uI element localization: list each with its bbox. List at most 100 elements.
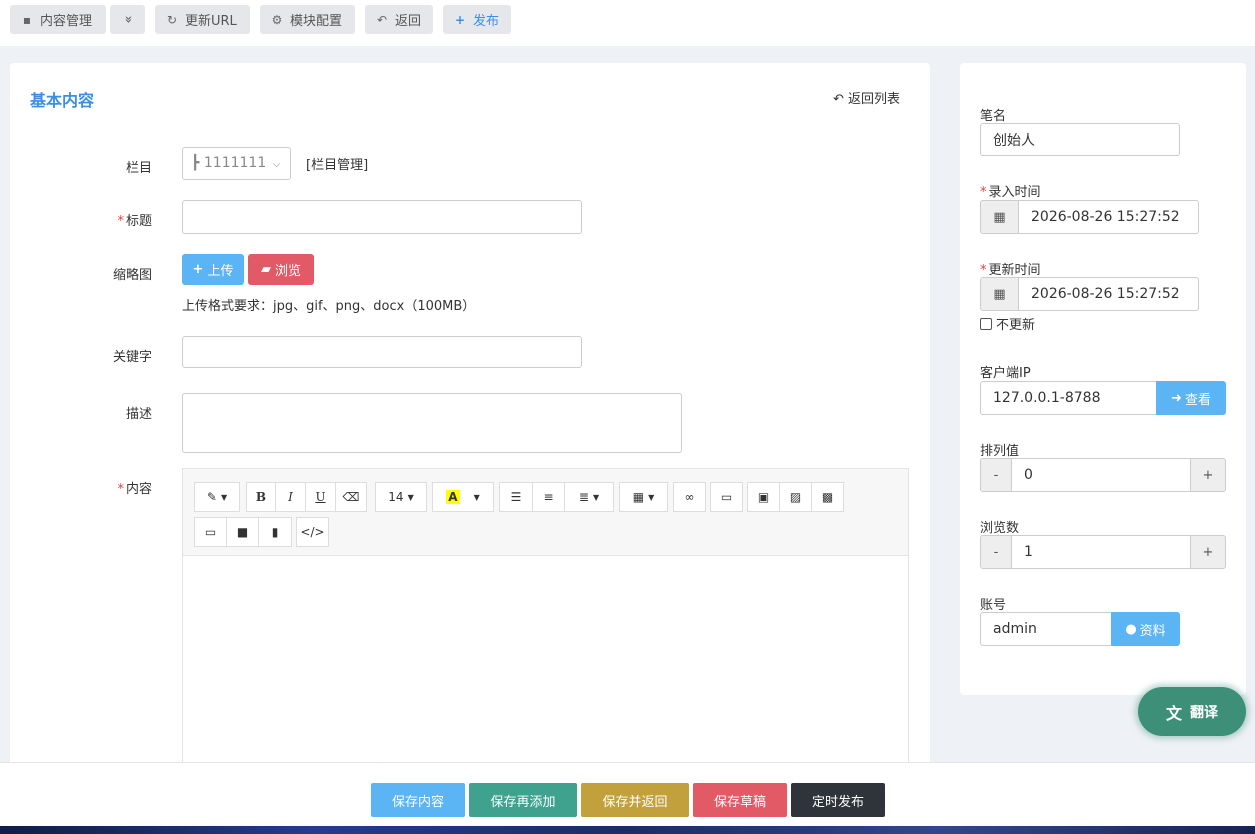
view-ip-label: 查看 (1184, 392, 1211, 408)
back-to-list-link[interactable]: ↶ 返回列表 (833, 88, 900, 107)
order-input[interactable]: 0 (1011, 458, 1191, 492)
content-manage-label: 内容管理 (40, 14, 93, 29)
caret-down-icon: ▼ (407, 492, 414, 502)
table-dropdown[interactable]: ▦ ▼ (619, 482, 668, 512)
font-color-icon: A (446, 490, 460, 504)
code-view-button[interactable]: </> (296, 517, 329, 547)
text-color-button[interactable]: A ▼ (432, 482, 494, 512)
ordered-list-button[interactable]: ≡ (532, 482, 565, 512)
document-icon: ▪ (22, 12, 32, 27)
link-button[interactable]: ∞ (673, 482, 706, 512)
publish-label: 发布 (473, 14, 500, 29)
video-icon: ▭ (204, 525, 217, 539)
browse-label: 浏览 (274, 264, 301, 279)
back-label: 返回 (395, 14, 422, 29)
video-camera-button[interactable]: ■ (226, 517, 259, 547)
pen-name-value: 创始人 (993, 132, 1035, 149)
title-label-text: 标题 (125, 214, 152, 229)
no-update-checkbox[interactable]: 不更新 (980, 314, 1035, 333)
underline-icon: U (315, 490, 326, 504)
gallery-icon: ▩ (821, 490, 834, 504)
timed-publish-button[interactable]: 定时发布 (791, 783, 885, 817)
bold-icon: B (255, 490, 267, 504)
more-dropdown-button[interactable]: » (110, 5, 145, 34)
editor-toolbar: ✎ ▼ B I U ⌫ 14 ▼ A ▼ ☰ ≡ ≣ ▼ ▦ ▼ ∞ ▭ ▣ ▨ ▩ ▭ … (183, 469, 908, 556)
description-label: 描述 (32, 403, 152, 422)
font-size-dropdown[interactable]: 14 ▼ (375, 482, 427, 512)
plus-icon: + (454, 12, 466, 27)
translate-icon: 文 (1165, 703, 1182, 723)
browse-button[interactable]: ▰ 浏览 (248, 254, 314, 285)
minus-icon: - (993, 544, 999, 560)
title-input[interactable] (182, 200, 582, 234)
update-url-button[interactable]: ↻ 更新URL (155, 5, 250, 34)
input-time-value: 2026-08-26 15:27:52 (1031, 209, 1180, 225)
ordered-list-icon: ≡ (543, 490, 554, 504)
keywords-label-text: 关键字 (112, 350, 152, 365)
publish-button[interactable]: + 发布 (443, 5, 511, 34)
client-ip-label: 客户端IP (980, 366, 1031, 381)
plus-icon: + (1202, 544, 1214, 560)
calendar-addon: ▦ (980, 200, 1019, 234)
category-label-text: 栏目 (125, 161, 152, 176)
plus-icon: + (192, 262, 204, 277)
folder-open-icon: ▰ (260, 262, 271, 277)
underline-button[interactable]: U (305, 482, 336, 512)
refresh-icon: ↻ (166, 12, 178, 27)
hits-label: 浏览数 (980, 521, 1020, 536)
update-time-value: 2026-08-26 15:27:52 (1031, 286, 1180, 302)
description-textarea[interactable] (182, 393, 682, 453)
upload-hint: 上传格式要求：jpg、gif、png、docx（100MB） (182, 299, 476, 314)
order-increment-button[interactable]: + (1190, 458, 1226, 492)
clear-format-button[interactable]: ⌫ (335, 482, 367, 512)
image-portrait-button[interactable]: ▣ (747, 482, 780, 512)
client-ip-input[interactable]: 127.0.0.1-8788 (980, 381, 1157, 415)
input-time-field[interactable]: 2026-08-26 15:27:52 (1018, 200, 1199, 234)
unordered-list-button[interactable]: ☰ (499, 482, 533, 512)
hits-increment-button[interactable]: + (1190, 535, 1226, 569)
save-and-add-button[interactable]: 保存再添加 (469, 783, 577, 817)
save-draft-button[interactable]: 保存草稿 (693, 783, 787, 817)
rich-text-editor[interactable]: ✎ ▼ B I U ⌫ 14 ▼ A ▼ ☰ ≡ ≣ ▼ ▦ ▼ ∞ ▭ ▣ ▨ ▩ ▭ … (182, 468, 909, 783)
caret-down-icon: ▼ (473, 492, 480, 502)
save-and-return-button[interactable]: 保存并返回 (581, 783, 689, 817)
account-input[interactable]: admin (980, 612, 1112, 646)
input-time-label-text: 录入时间 (988, 185, 1041, 200)
video-button[interactable]: ▭ (194, 517, 227, 547)
eraser-icon: ⌫ (342, 490, 360, 504)
save-content-button[interactable]: 保存内容 (371, 783, 465, 817)
keywords-input[interactable] (182, 336, 582, 368)
folder-button[interactable]: ▭ (710, 482, 743, 512)
update-time-field[interactable]: 2026-08-26 15:27:52 (1018, 277, 1199, 311)
category-manage-link[interactable]: [栏目管理] (306, 154, 368, 173)
image-icon: ▣ (757, 490, 770, 504)
pen-name-input[interactable]: 创始人 (980, 123, 1180, 156)
hits-input[interactable]: 1 (1011, 535, 1191, 569)
paragraph-align-dropdown[interactable]: ≣ ▼ (564, 482, 614, 512)
bold-button[interactable]: B (246, 482, 276, 512)
category-select[interactable]: ┣ 1111111 ⌵ (182, 147, 291, 180)
magic-style-button[interactable]: ✎ ▼ (194, 482, 240, 512)
user-icon: ● (1125, 621, 1137, 637)
profile-button[interactable]: ● 资料 (1111, 612, 1180, 646)
italic-button[interactable]: I (275, 482, 306, 512)
checkbox-box[interactable] (980, 317, 992, 330)
folder-icon: ▭ (720, 490, 733, 504)
view-ip-button[interactable]: ➜ 查看 (1156, 381, 1226, 415)
module-config-button[interactable]: ⚙ 模块配置 (260, 5, 355, 34)
gallery-button[interactable]: ▩ (811, 482, 844, 512)
translate-button[interactable]: 文 翻译 (1138, 687, 1246, 736)
back-button[interactable]: ↶ 返回 (365, 5, 433, 34)
content-label: * 内容 (32, 478, 152, 497)
content-manage-button[interactable]: ▪ 内容管理 (10, 5, 106, 34)
update-url-label: 更新URL (185, 14, 237, 29)
upload-button[interactable]: + 上传 (182, 254, 244, 285)
order-decrement-button[interactable]: - (980, 458, 1012, 492)
film-button[interactable]: ▮ (258, 517, 292, 547)
basic-content-panel: 基本内容 ↶ 返回列表 栏目 ┣ 1111111 ⌵ [栏目管理] * 标题 缩略… (10, 63, 930, 783)
code-icon: </> (300, 525, 325, 539)
desktop-taskbar-strip (0, 826, 1255, 834)
italic-icon: I (288, 490, 293, 504)
image-button[interactable]: ▨ (779, 482, 812, 512)
hits-decrement-button[interactable]: - (980, 535, 1012, 569)
